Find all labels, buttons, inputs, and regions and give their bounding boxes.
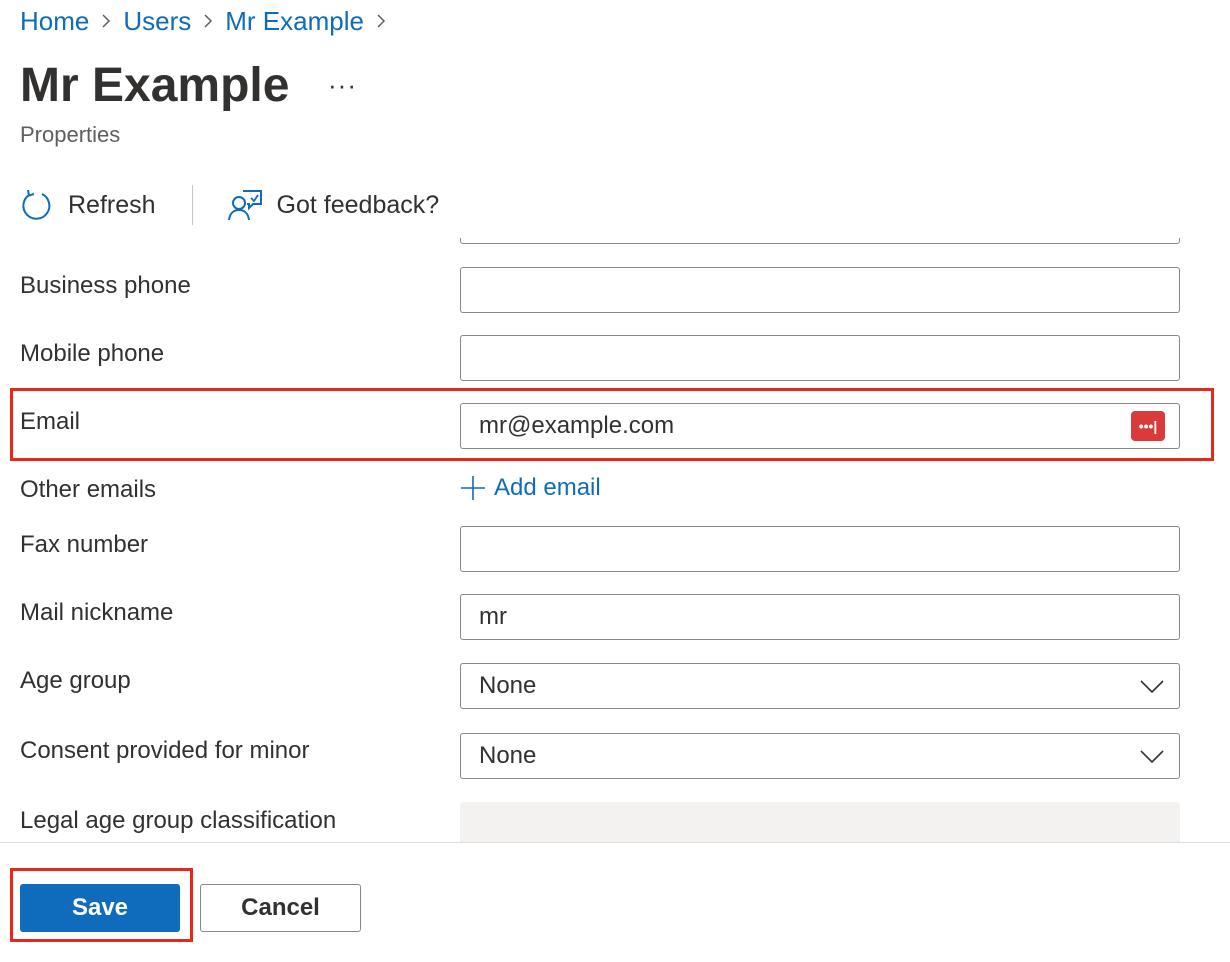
save-button[interactable]: Save (20, 884, 180, 932)
chevron-right-icon (89, 4, 123, 38)
mail-nickname-label: Mail nickname (20, 599, 174, 626)
refresh-label: Refresh (68, 190, 156, 219)
business-phone-input[interactable] (460, 267, 1180, 313)
command-bar: Refresh Got feedback? (20, 180, 439, 230)
age-group-label: Age group (20, 667, 131, 694)
breadcrumb: Home Users Mr Example (20, 4, 398, 38)
plus-icon (461, 476, 485, 500)
feedback-label: Got feedback? (276, 190, 440, 219)
cancel-button[interactable]: Cancel (200, 884, 361, 932)
refresh-button[interactable]: Refresh (20, 188, 156, 222)
chevron-right-icon (364, 4, 398, 38)
email-highlight-box (10, 388, 1214, 461)
previous-field-input[interactable] (460, 238, 1180, 244)
breadcrumb-user[interactable]: Mr Example (225, 6, 364, 37)
other-emails-label: Other emails (20, 476, 157, 503)
feedback-button[interactable]: Got feedback? (227, 188, 440, 222)
mail-nickname-input[interactable]: mr (460, 594, 1180, 640)
business-phone-label: Business phone (20, 272, 191, 299)
properties-form: Business phone Mobile phone Email mr@exa… (0, 238, 1230, 842)
breadcrumb-home[interactable]: Home (20, 6, 89, 37)
mobile-phone-input[interactable] (460, 335, 1180, 381)
mobile-phone-label: Mobile phone (20, 340, 165, 367)
breadcrumb-users[interactable]: Users (123, 6, 191, 37)
legal-age-label: Legal age group classification (20, 807, 337, 834)
legal-age-input (460, 802, 1180, 842)
consent-minor-value: None (479, 742, 537, 769)
age-group-value: None (479, 672, 537, 699)
page-title: Mr Example (20, 59, 290, 112)
footer-divider (0, 842, 1230, 843)
feedback-icon (227, 190, 262, 221)
chevron-down-icon (1139, 673, 1165, 699)
age-group-select[interactable]: None (460, 663, 1180, 709)
add-email-label: Add email (494, 474, 601, 501)
fax-number-label: Fax number (20, 531, 149, 558)
consent-minor-select[interactable]: None (460, 733, 1180, 779)
more-options-button[interactable]: ··· (328, 70, 357, 101)
page-subtitle: Properties (20, 122, 121, 147)
fax-number-input[interactable] (460, 526, 1180, 572)
toolbar-divider (191, 185, 193, 225)
chevron-down-icon (1139, 743, 1165, 769)
refresh-icon (22, 189, 51, 220)
add-email-button[interactable]: Add email (460, 474, 601, 502)
chevron-right-icon (191, 4, 225, 38)
consent-minor-label: Consent provided for minor (20, 737, 310, 764)
